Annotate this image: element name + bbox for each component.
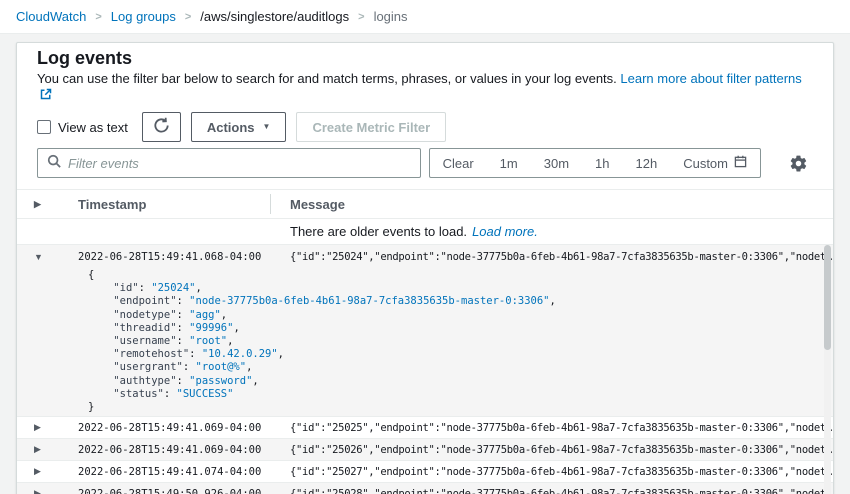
time-range-control: Clear 1m 30m 1h 12h Custom [429, 148, 761, 178]
create-metric-filter-button[interactable]: Create Metric Filter [296, 112, 446, 142]
filter-events-input[interactable] [68, 156, 411, 171]
breadcrumb-item-log-groups[interactable]: Log groups [111, 9, 176, 24]
toolbar: View as text Actions ▼ Create Metric Fil… [37, 112, 813, 142]
time-custom-button[interactable]: Custom [670, 149, 760, 177]
calendar-icon [734, 155, 747, 171]
older-events-row: There are older events to load. Load mor… [17, 219, 833, 244]
view-as-text-label: View as text [58, 120, 128, 135]
row-timestamp: 2022-06-28T15:49:41.068-04:00 [78, 251, 290, 263]
breadcrumb-item-log-group-name[interactable]: /aws/singlestore/auditlogs [200, 9, 349, 24]
breadcrumb: CloudWatch > Log groups > /aws/singlesto… [0, 0, 850, 34]
log-rows: ▼ 2022-06-28T15:49:41.068-04:00 {"id":"2… [17, 244, 833, 494]
row-expand-icon[interactable]: ▶ [17, 422, 78, 433]
table-header: ▶ Timestamp Message [17, 189, 833, 219]
row-expand-icon[interactable]: ▶ [17, 466, 78, 477]
row-timestamp: 2022-06-28T15:49:41.069-04:00 [78, 444, 290, 456]
breadcrumb-separator-icon: > [185, 11, 191, 23]
page-description: You can use the filter bar below to sear… [37, 71, 617, 86]
row-message: {"id":"25025","endpoint":"node-37775b0a-… [290, 422, 833, 434]
breadcrumb-item-cloudwatch[interactable]: CloudWatch [16, 9, 86, 24]
row-expand-icon[interactable]: ▶ [17, 444, 78, 455]
page-title: Log events [37, 48, 813, 69]
row-detail: { "id": "25024", "endpoint": "node-37775… [17, 268, 833, 416]
time-1m-button[interactable]: 1m [487, 149, 531, 177]
column-header-timestamp: Timestamp [78, 197, 270, 212]
row-timestamp: 2022-06-28T15:49:41.069-04:00 [78, 422, 290, 434]
vertical-scrollbar[interactable] [824, 245, 831, 494]
log-events-table: ▶ Timestamp Message There are older even… [17, 189, 833, 494]
older-events-text: There are older events to load. [290, 224, 467, 239]
table-row[interactable]: ▶ 2022-06-28T15:49:50.926-04:00 {"id":"2… [17, 483, 833, 494]
time-1h-button[interactable]: 1h [582, 149, 622, 177]
row-timestamp: 2022-06-28T15:49:50.926-04:00 [78, 488, 290, 494]
load-more-link[interactable]: Load more. [472, 224, 538, 239]
chevron-down-icon: ▼ [263, 123, 271, 131]
row-message: {"id":"25028","endpoint":"node-37775b0a-… [290, 488, 833, 494]
table-row[interactable]: ▶ 2022-06-28T15:49:41.069-04:00 {"id":"2… [17, 439, 833, 460]
log-events-panel: Log events You can use the filter bar be… [16, 42, 834, 494]
row-message: {"id":"25027","endpoint":"node-37775b0a-… [290, 466, 833, 478]
scrollbar-thumb[interactable] [824, 245, 831, 350]
time-30m-button[interactable]: 30m [531, 149, 582, 177]
settings-gear-icon[interactable] [783, 148, 813, 178]
table-row[interactable]: ▶ 2022-06-28T15:49:41.069-04:00 {"id":"2… [17, 417, 833, 438]
refresh-icon [153, 117, 170, 137]
breadcrumb-separator-icon: > [358, 11, 364, 23]
table-row[interactable]: ▶ 2022-06-28T15:49:41.074-04:00 {"id":"2… [17, 461, 833, 482]
time-12h-button[interactable]: 12h [623, 149, 671, 177]
external-link-icon [40, 88, 52, 104]
expand-all-icon[interactable]: ▶ [17, 199, 78, 210]
table-row[interactable]: ▼ 2022-06-28T15:49:41.068-04:00 {"id":"2… [17, 245, 833, 268]
filter-bar: Clear 1m 30m 1h 12h Custom [37, 148, 813, 178]
row-timestamp: 2022-06-28T15:49:41.074-04:00 [78, 466, 290, 478]
filter-events-searchbox[interactable] [37, 148, 421, 178]
column-header-message: Message [271, 197, 345, 212]
breadcrumb-item-current: logins [374, 9, 408, 24]
actions-button[interactable]: Actions ▼ [191, 112, 287, 142]
time-clear-button[interactable]: Clear [430, 149, 487, 177]
row-message: {"id":"25026","endpoint":"node-37775b0a-… [290, 444, 833, 456]
breadcrumb-separator-icon: > [95, 11, 101, 23]
row-expand-icon[interactable]: ▶ [17, 488, 78, 494]
row-expand-icon[interactable]: ▼ [17, 252, 78, 262]
refresh-button[interactable] [142, 112, 181, 142]
view-as-text-option[interactable]: View as text [37, 120, 128, 135]
row-message: {"id":"25024","endpoint":"node-37775b0a-… [290, 251, 833, 263]
search-icon [47, 154, 61, 173]
view-as-text-checkbox[interactable] [37, 120, 51, 134]
